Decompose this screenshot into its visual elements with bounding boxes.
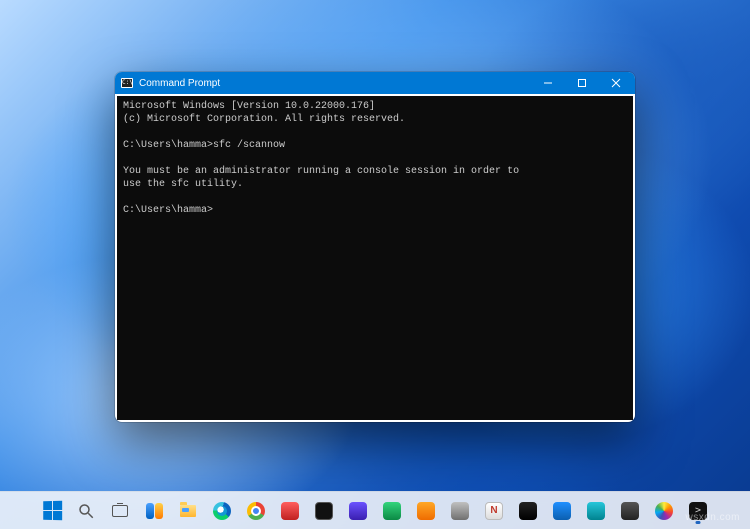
folder-icon bbox=[178, 501, 198, 521]
title-bar[interactable]: C:\ Command Prompt bbox=[115, 72, 635, 94]
cmd-icon: C:\ bbox=[121, 78, 133, 88]
app-icon bbox=[620, 501, 640, 521]
chrome-button[interactable] bbox=[241, 496, 271, 526]
taskbar-app-9[interactable] bbox=[547, 496, 577, 526]
app-icon bbox=[382, 501, 402, 521]
minimize-icon bbox=[543, 78, 553, 88]
maximize-icon bbox=[577, 78, 587, 88]
taskbar-app-2[interactable] bbox=[309, 496, 339, 526]
file-explorer-button[interactable] bbox=[173, 496, 203, 526]
app-icon bbox=[314, 501, 334, 521]
taskbar-app-7[interactable] bbox=[479, 496, 509, 526]
maximize-button[interactable] bbox=[565, 72, 599, 94]
app-icon bbox=[586, 501, 606, 521]
desktop: C:\ Command Prompt Microsoft Windows [Ve… bbox=[0, 0, 750, 529]
app-icon bbox=[280, 501, 300, 521]
taskbar-app-8[interactable] bbox=[513, 496, 543, 526]
taskbar-app-11[interactable] bbox=[615, 496, 645, 526]
taskbar-app-3[interactable] bbox=[343, 496, 373, 526]
widgets-button[interactable] bbox=[139, 496, 169, 526]
app-icon bbox=[416, 501, 436, 521]
watermark: wsxdn.com bbox=[685, 512, 740, 523]
search-icon bbox=[76, 501, 96, 521]
app-icon bbox=[552, 501, 572, 521]
minimize-button[interactable] bbox=[531, 72, 565, 94]
task-view-icon bbox=[110, 501, 130, 521]
command-prompt-window: C:\ Command Prompt Microsoft Windows [Ve… bbox=[115, 72, 635, 422]
close-button[interactable] bbox=[599, 72, 633, 94]
widgets-icon bbox=[144, 501, 164, 521]
taskbar-app-6[interactable] bbox=[445, 496, 475, 526]
task-view-button[interactable] bbox=[105, 496, 135, 526]
app-icon bbox=[518, 501, 538, 521]
taskbar bbox=[0, 491, 750, 529]
window-title: Command Prompt bbox=[139, 78, 531, 89]
search-button[interactable] bbox=[71, 496, 101, 526]
edge-button[interactable] bbox=[207, 496, 237, 526]
start-button[interactable] bbox=[37, 496, 67, 526]
edge-icon bbox=[212, 501, 232, 521]
app-icon bbox=[654, 501, 674, 521]
chrome-icon bbox=[246, 501, 266, 521]
app-icon bbox=[450, 501, 470, 521]
taskbar-app-4[interactable] bbox=[377, 496, 407, 526]
taskbar-app-5[interactable] bbox=[411, 496, 441, 526]
windows-logo-icon bbox=[42, 501, 62, 521]
app-icon bbox=[484, 501, 504, 521]
console-output[interactable]: Microsoft Windows [Version 10.0.22000.17… bbox=[117, 96, 633, 420]
app-icon bbox=[348, 501, 368, 521]
close-icon bbox=[611, 78, 621, 88]
taskbar-app-1[interactable] bbox=[275, 496, 305, 526]
taskbar-app-10[interactable] bbox=[581, 496, 611, 526]
taskbar-app-12[interactable] bbox=[649, 496, 679, 526]
